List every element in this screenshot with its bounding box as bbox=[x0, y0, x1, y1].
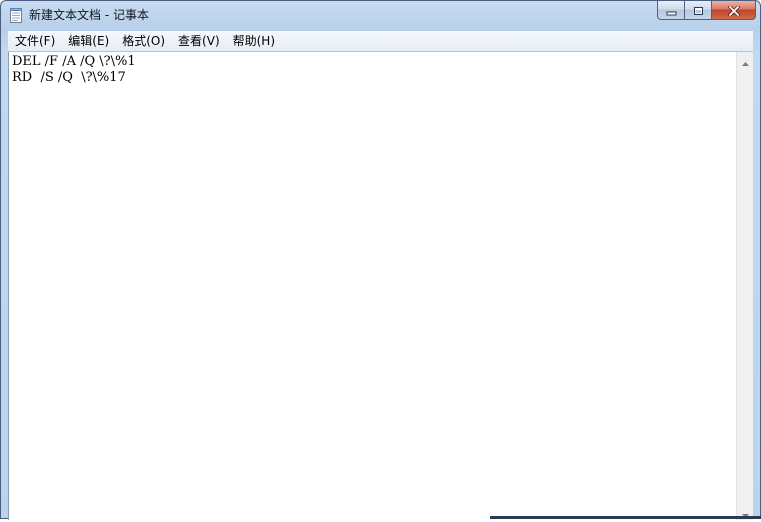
close-icon bbox=[727, 1, 740, 20]
menu-file[interactable]: 文件(F) bbox=[9, 32, 61, 50]
scroll-up-arrow-icon bbox=[741, 51, 749, 70]
title-bar[interactable]: 新建文本文档 - 记事本 bbox=[1, 1, 760, 31]
minimize-icon bbox=[666, 1, 677, 20]
text-editor[interactable]: DEL /F /A /Q \?\%1 RD /S /Q \?\%17 bbox=[12, 54, 740, 516]
menu-help[interactable]: 帮助(H) bbox=[227, 32, 281, 50]
menu-edit[interactable]: 编辑(E) bbox=[62, 32, 115, 50]
window-controls bbox=[657, 1, 756, 21]
scroll-up-button[interactable] bbox=[737, 52, 753, 68]
maximize-button[interactable] bbox=[684, 1, 711, 20]
close-button[interactable] bbox=[711, 1, 756, 20]
menu-format[interactable]: 格式(O) bbox=[116, 32, 171, 50]
notepad-window: 新建文本文档 - 记事本 文件(F) 编辑(E) 格式(O) 查看(V) 帮助(… bbox=[0, 0, 761, 520]
editor-pane: DEL /F /A /Q \?\%1 RD /S /Q \?\%17 bbox=[8, 52, 753, 520]
vertical-scrollbar[interactable] bbox=[736, 52, 753, 520]
notepad-icon[interactable] bbox=[10, 8, 22, 23]
menu-view[interactable]: 查看(V) bbox=[172, 32, 226, 50]
menu-bar: 文件(F) 编辑(E) 格式(O) 查看(V) 帮助(H) bbox=[8, 31, 753, 52]
maximize-icon bbox=[693, 1, 704, 20]
minimize-button[interactable] bbox=[657, 1, 684, 20]
window-title: 新建文本文档 - 记事本 bbox=[29, 8, 149, 22]
